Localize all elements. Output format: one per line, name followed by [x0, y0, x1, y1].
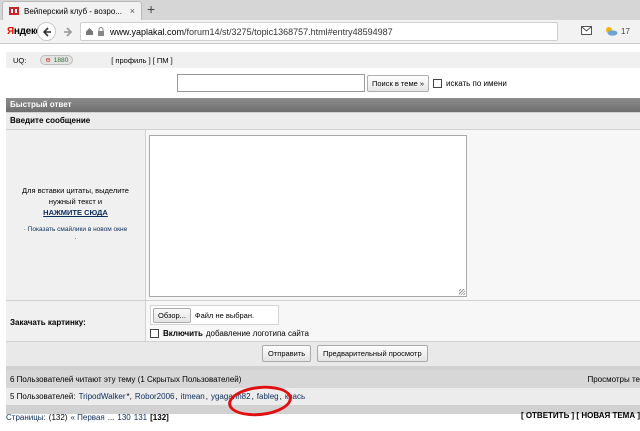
upload-cell: Обзор... Файл не выбран. Включить добавл…	[146, 301, 640, 341]
user-link[interactable]: TripodWalker	[79, 392, 126, 401]
logo-enable-label: Включить	[163, 329, 203, 338]
user-link[interactable]: itmean	[181, 392, 205, 401]
user-bar: UQ: ⊖ 1880 [ профиль ] [ ПМ ]	[6, 52, 640, 68]
search-by-name-checkbox[interactable]	[433, 78, 443, 88]
users-online-row: 5 Пользователей: TripodWalker *, Robor200…	[6, 388, 640, 405]
smiles-block: · Показать смайлики в новом окне ·	[8, 225, 143, 243]
pager-ellipsis: ...	[107, 412, 115, 422]
weather-temp: 17	[621, 26, 630, 36]
current-page: [132]	[150, 412, 169, 422]
back-arrow-icon	[42, 26, 51, 37]
url-text: www.yaplakal.com/forum14/st/3275/topic13…	[110, 26, 393, 37]
tab-title: Вейперский клуб - возро...	[24, 6, 122, 16]
lock-icon	[98, 27, 104, 36]
file-status: Файл не выбран.	[194, 310, 255, 320]
message-left-cell: Для вставки цитаты, выделите нужный текс…	[6, 130, 145, 300]
uq-minus-icon[interactable]: ⊖	[45, 56, 50, 64]
forward-arrow-icon	[63, 26, 72, 37]
message-right-cell	[146, 130, 640, 300]
upload-label-cell: Закачать картинку:	[6, 301, 145, 341]
yandex-logo[interactable]: Яндекс	[7, 26, 41, 37]
topic-search: Поиск в теме » искать по имени	[177, 74, 507, 92]
page-link-131[interactable]: 131	[134, 413, 147, 422]
logo-checkbox[interactable]	[150, 329, 159, 338]
uq-label: UQ:	[13, 55, 27, 65]
readers-row: 6 Пользователей читают эту тему (1 Скрыт…	[6, 370, 640, 388]
quote-hint-text: Для вставки цитаты, выделите нужный текс…	[22, 186, 129, 206]
logo-option: Включить добавление логотипа сайта	[150, 329, 309, 338]
quick-reply-header: Быстрый ответ	[6, 98, 640, 112]
readers-text: 6 Пользователей читают эту тему (1 Скрыт…	[10, 374, 242, 384]
browse-button[interactable]: Обзор...	[153, 307, 191, 323]
weather-widget[interactable]: 17	[604, 26, 630, 36]
preview-button[interactable]: Предварительный просмотр	[317, 345, 428, 362]
profile-pm-links[interactable]: [ профиль ] [ ПМ ]	[111, 56, 172, 65]
uq-value: 1880	[53, 56, 69, 64]
enter-message-heading: Введите сообщение	[6, 113, 640, 129]
resize-grip-icon[interactable]	[459, 289, 465, 295]
insert-quote-link[interactable]: НАЖМИТЕ СЮДА	[10, 207, 141, 218]
pages-total: (132)	[48, 412, 68, 422]
mail-icon[interactable]	[581, 26, 592, 37]
send-button[interactable]: Отправить	[262, 345, 312, 362]
pages-label: Страницы:	[6, 412, 46, 422]
browser-tab-bar: Вейперский клуб - возро... × +	[0, 0, 640, 20]
tab-close-icon[interactable]: ×	[130, 6, 135, 16]
views-text: Просмотры те	[587, 374, 640, 384]
new-tab-button[interactable]: +	[147, 2, 155, 16]
users-prefix: 5 Пользователей:	[10, 392, 76, 401]
smiles-dot: ·	[74, 235, 77, 242]
browser-tab[interactable]: Вейперский клуб - возро... ×	[2, 1, 142, 20]
address-bar: Яндекс www.yaplakal.com/forum14/st/3275/…	[0, 20, 640, 44]
form-buttons: Отправить Предварительный просмотр	[6, 342, 640, 366]
home-icon[interactable]	[85, 27, 94, 36]
quick-reply-form: Быстрый ответ Введите сообщение Для вста…	[6, 98, 640, 414]
search-by-name-label: искать по имени	[446, 78, 507, 88]
yaplakal-favicon	[9, 6, 19, 16]
url-field[interactable]: www.yaplakal.com/forum14/st/3275/topic13…	[80, 22, 558, 41]
weather-icon	[606, 27, 618, 36]
reply-new-topic-link[interactable]: [ ОТВЕТИТЬ ] [ НОВАЯ ТЕМА ]	[521, 411, 640, 420]
upload-label: Закачать картинку:	[10, 318, 86, 327]
first-page-link[interactable]: « Первая	[70, 413, 104, 422]
back-button[interactable]	[37, 22, 56, 41]
file-input[interactable]: Обзор... Файл не выбран.	[150, 305, 279, 325]
page-link-130[interactable]: 130	[117, 413, 130, 422]
pager: Страницы: (132) « Первая ... 130 131 [13…	[6, 409, 640, 425]
quote-hint: Для вставки цитаты, выделите нужный текс…	[10, 185, 141, 218]
topic-search-button[interactable]: Поиск в теме »	[367, 74, 430, 92]
show-smiles-link[interactable]: · Показать смайлики в новом окне	[24, 226, 127, 233]
forward-button[interactable]	[58, 22, 77, 41]
user-link[interactable]: Robor2006	[135, 392, 175, 401]
uq-badge: ⊖ 1880	[40, 55, 74, 65]
message-textarea[interactable]	[149, 135, 467, 297]
reply-new-topic-links: [ ОТВЕТИТЬ ] [ НОВАЯ ТЕМА ]	[521, 411, 640, 420]
topic-search-input[interactable]	[177, 74, 365, 92]
logo-option-label: добавление логотипа сайта	[205, 329, 309, 338]
